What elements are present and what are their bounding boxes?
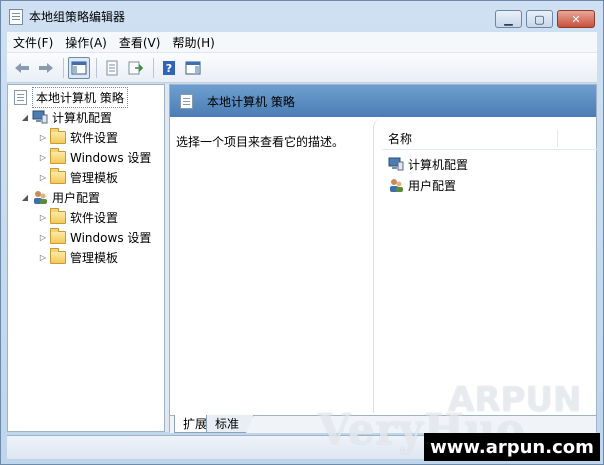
tree-item-user-windows[interactable]: ▷ Windows 设置 [38,227,151,247]
forward-arrow-icon [39,62,53,73]
menu-action[interactable]: 操作(A) [59,34,113,51]
folder-icon [50,207,66,224]
tree-item-label: 软件设置 [70,130,119,145]
users-icon [390,178,403,192]
collapse-arrow-icon[interactable]: ◢ [20,113,30,122]
list-item[interactable]: 用户配置 [386,175,456,195]
policy-document-icon [180,93,193,109]
properties-icon [106,60,118,75]
details-header: 本地计算机 策略 [170,85,596,117]
tree-item-label: 管理模板 [70,170,119,185]
folder-icon [50,227,66,244]
title-bar: 本地组策略编辑器 ▁ ▢ ✕ [1,1,603,32]
console-tree-icon [71,61,87,74]
tree-item-label: Windows 设置 [70,150,152,165]
svg-text:?: ? [166,62,172,75]
export-icon [128,61,144,74]
expand-arrow-icon[interactable]: ▷ [38,133,48,142]
tree-item-root[interactable]: 本地计算机 策略 [12,86,128,108]
items-list: 名称 计算机配置 用户配置 [373,118,597,413]
folder-icon [50,167,66,184]
description-text: 选择一个项目来查看它的描述。 [176,135,345,149]
expand-arrow-icon[interactable]: ▷ [38,253,48,262]
toolbar-separator [63,57,64,78]
window-controls: ▁ ▢ ✕ [495,10,595,28]
tree-item-user-config[interactable]: ◢ 用户配置 [20,187,100,207]
column-header-name[interactable]: 名称 [382,130,558,147]
tree-item-user-software[interactable]: ▷ 软件设置 [38,207,118,227]
users-icon [34,190,47,204]
help-button[interactable]: ? [158,57,180,79]
action-pane-icon [185,61,201,74]
expand-arrow-icon[interactable]: ▷ [38,233,48,242]
back-arrow-icon [15,62,29,73]
menu-bar: 文件(F) 操作(A) 查看(V) 帮助(H) [7,32,597,53]
forward-button[interactable] [35,57,57,79]
tree-item-computer-software[interactable]: ▷ 软件设置 [38,127,118,147]
expand-arrow-icon[interactable]: ▷ [38,153,48,162]
tree-item-computer-config[interactable]: ◢ 计算机配置 [20,107,112,127]
window-title: 本地组策略编辑器 [29,10,126,24]
menu-view[interactable]: 查看(V) [113,34,167,51]
minimize-button[interactable]: ▁ [495,10,522,28]
menu-help[interactable]: 帮助(H) [166,34,220,51]
toolbar: ? [7,53,597,83]
show-hide-action-pane-button[interactable] [182,57,204,79]
list-item-label: 用户配置 [408,178,457,193]
tree-item-root-label: 本地计算机 策略 [32,86,128,108]
tab-standard[interactable]: 标准 [206,415,254,433]
export-list-button[interactable] [125,57,147,79]
policy-document-icon [14,89,27,105]
tree-item-computer-windows[interactable]: ▷ Windows 设置 [38,147,151,167]
tree-item-label: Windows 设置 [70,230,152,245]
folder-icon [50,247,66,264]
menu-file[interactable]: 文件(F) [7,34,59,51]
expand-arrow-icon[interactable]: ▷ [38,213,48,222]
collapse-arrow-icon[interactable]: ◢ [20,193,30,202]
close-button[interactable]: ✕ [557,10,595,28]
expand-arrow-icon[interactable]: ▷ [38,173,48,182]
maximize-button[interactable]: ▢ [526,10,553,28]
tree-item-label: 管理模板 [70,250,119,265]
tree-item-user-admin-templates[interactable]: ▷ 管理模板 [38,247,118,267]
tree-item-label: 软件设置 [70,210,119,225]
back-button[interactable] [11,57,33,79]
computer-icon [388,157,404,171]
toolbar-separator [153,57,154,78]
computer-icon [32,110,48,124]
help-icon: ? [163,60,175,75]
show-hide-tree-button[interactable] [68,56,90,79]
list-item-label: 计算机配置 [408,157,469,172]
properties-button[interactable] [101,57,123,79]
tree-item-user-config-label: 用户配置 [52,190,101,205]
list-item[interactable]: 计算机配置 [386,154,468,174]
tree-item-computer-admin-templates[interactable]: ▷ 管理模板 [38,167,118,187]
folder-icon [50,127,66,144]
details-header-title: 本地计算机 策略 [207,94,295,109]
list-header: 名称 [382,128,597,150]
app-icon [9,8,23,25]
tree-item-computer-config-label: 计算机配置 [52,110,113,125]
toolbar-separator [96,57,97,78]
folder-icon [50,147,66,164]
console-tree: 本地计算机 策略 ◢ 计算机配置 ▷ 软件设置 ▷ Windows 设置 ▷ 管… [7,84,165,432]
watermark-url: www.arpun.com [424,433,600,461]
